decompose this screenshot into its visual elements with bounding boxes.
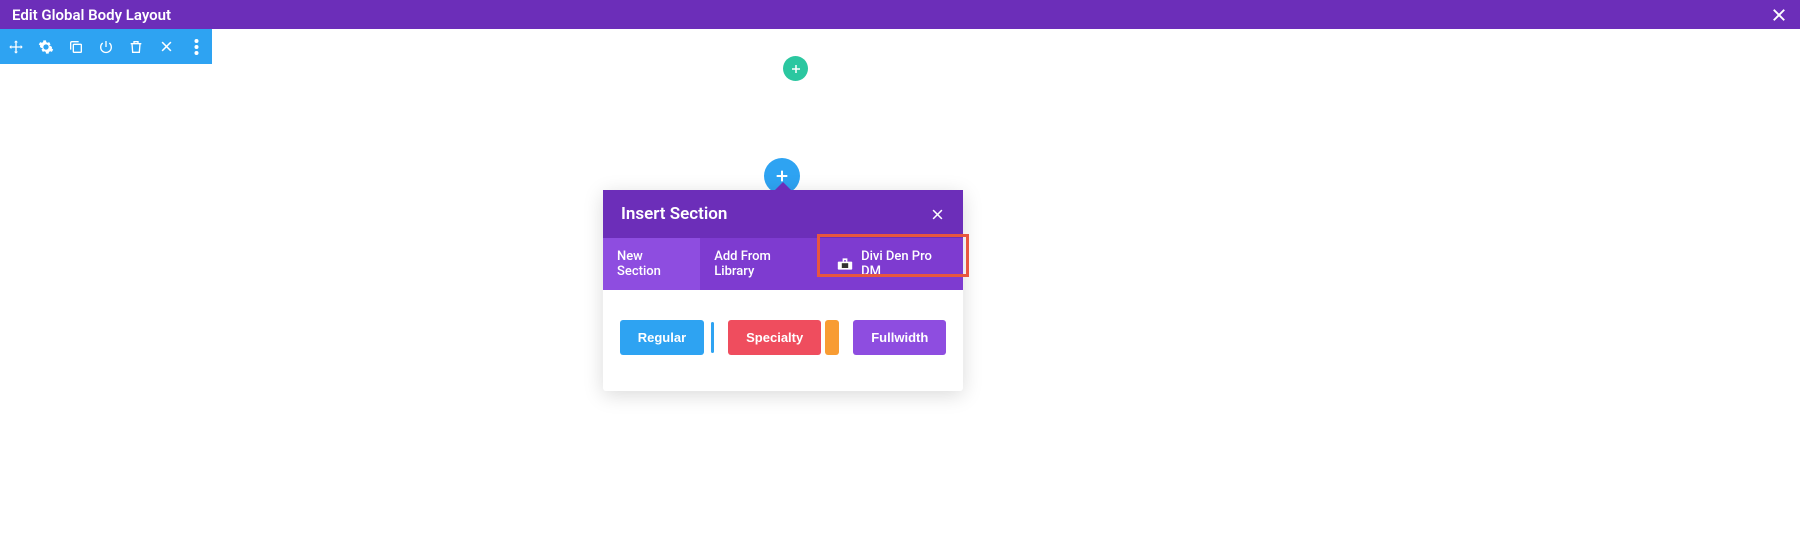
section-toolbar (0, 29, 212, 64)
specialty-side-indicator (825, 320, 839, 355)
gear-icon[interactable] (38, 39, 54, 55)
button-label: Fullwidth (871, 330, 928, 345)
duplicate-icon[interactable] (68, 39, 84, 55)
insert-section-modal: Insert Section New Section Add From Libr… (603, 190, 963, 391)
fullwidth-button[interactable]: Fullwidth (853, 320, 946, 355)
regular-button-wrap: Regular (620, 320, 714, 355)
modal-arrow (773, 182, 793, 192)
tab-label: Add From Library (714, 249, 809, 279)
close-icon[interactable] (158, 39, 174, 55)
tab-new-section[interactable]: New Section (603, 238, 700, 290)
page-title: Edit Global Body Layout (12, 6, 171, 24)
trash-icon[interactable] (128, 39, 144, 55)
tab-label: Divi Den Pro DM (861, 249, 949, 279)
modal-title: Insert Section (621, 204, 727, 224)
tab-add-from-library[interactable]: Add From Library (700, 238, 823, 290)
close-icon[interactable] (930, 207, 945, 222)
power-icon[interactable] (98, 39, 114, 55)
modal-header: Insert Section (603, 190, 963, 238)
specialty-button-wrap: Specialty (728, 320, 839, 355)
button-label: Regular (638, 330, 686, 345)
more-icon[interactable] (188, 39, 204, 55)
regular-button[interactable]: Regular (620, 320, 704, 355)
close-icon[interactable] (1770, 6, 1788, 24)
tab-divi-den-pro[interactable]: Divi Den Pro DM (823, 238, 963, 290)
tab-label: New Section (617, 249, 686, 279)
modal-body: Regular Specialty Fullwidth (603, 290, 963, 391)
specialty-button[interactable]: Specialty (728, 320, 821, 355)
divi-den-icon (837, 257, 853, 271)
top-bar: Edit Global Body Layout (0, 0, 1800, 29)
button-label: Specialty (746, 330, 803, 345)
move-icon[interactable] (8, 39, 24, 55)
add-section-button[interactable] (783, 56, 808, 81)
modal-tabs: New Section Add From Library Divi Den Pr… (603, 238, 963, 290)
